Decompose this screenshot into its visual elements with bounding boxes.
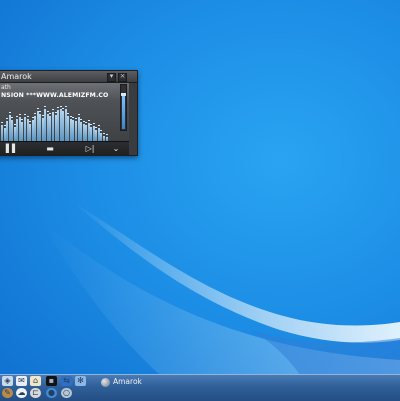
track-title-text: NSION ***WWW.ALEMIZFM.CO — [1, 92, 109, 99]
play-pause-button[interactable]: ▌▌ — [0, 143, 27, 154]
taskbar — [0, 374, 400, 401]
analyzer-peak — [80, 119, 83, 120]
analyzer-peak — [105, 134, 108, 135]
power-icon[interactable]: ○ — [61, 388, 72, 398]
analyzer-peak — [97, 125, 100, 126]
close-button[interactable]: × — [118, 72, 127, 82]
analyzer-peak — [87, 120, 90, 121]
analyzer-peak — [46, 111, 49, 112]
network-icon[interactable]: ⇆ — [61, 376, 72, 386]
close-icon: × — [119, 72, 126, 80]
analyzer-peak — [1, 122, 3, 123]
amarok-icon — [101, 377, 110, 387]
analyzer-peak — [77, 114, 80, 115]
analyzer-peak — [18, 114, 21, 115]
amarok-titlebar[interactable]: Amarok ▾ × — [0, 71, 137, 83]
analyzer-peak — [57, 107, 60, 108]
taskbar-task-amarok[interactable]: Amarok — [99, 376, 142, 388]
analyzer-peak — [59, 106, 62, 107]
now-playing-display: ath NSION ***WWW.ALEMIZFM.CO — [0, 83, 129, 141]
minimize-button[interactable]: ▾ — [107, 72, 116, 82]
analyzer-peak — [26, 116, 29, 117]
analyzer-peak — [44, 106, 47, 107]
cloud-icon[interactable]: ☁ — [16, 388, 27, 398]
analyzer-peak — [23, 114, 26, 115]
pen-icon[interactable]: ✎ — [2, 388, 13, 398]
settings-icon[interactable]: ✻ — [75, 376, 86, 386]
drive-icon[interactable]: ⊏ — [30, 388, 41, 398]
analyzer-peak — [64, 106, 67, 107]
analyzer-peak — [92, 123, 95, 124]
menu-button[interactable]: ⌄ — [105, 143, 127, 154]
volume-fill — [122, 95, 125, 129]
wallpaper-swoosh — [40, 200, 400, 375]
amarok-widget[interactable]: Amarok ▾ × ath NSION ***WWW.ALEMIZFM.CO … — [0, 70, 138, 156]
task-label: Amarok — [113, 377, 142, 386]
minimize-icon: ▾ — [109, 72, 114, 80]
terminal-icon[interactable]: ▪ — [46, 376, 57, 386]
analyzer-peak — [67, 113, 70, 114]
volume-knob[interactable] — [121, 93, 126, 96]
analyzer-peak — [8, 112, 11, 113]
analyzer-peak — [39, 111, 42, 112]
analyzer-peak — [100, 130, 103, 131]
analyzer-peak — [52, 109, 54, 110]
stop-button[interactable]: ▬ — [35, 143, 65, 154]
desktop — [0, 0, 400, 400]
chat-icon[interactable]: ● — [46, 388, 57, 398]
home-icon[interactable]: ⌂ — [30, 376, 41, 386]
mail-icon[interactable]: ✉ — [16, 376, 27, 386]
analyzer-peak — [11, 117, 14, 118]
spectrum-analyzer — [1, 103, 109, 141]
volume-slider[interactable] — [120, 84, 127, 131]
artist-text: ath — [1, 84, 11, 91]
analyzer-peak — [36, 108, 39, 109]
kde-menu-icon[interactable]: ◈ — [2, 376, 13, 386]
analyzer-peak — [90, 124, 93, 125]
amarok-title: Amarok — [1, 72, 32, 81]
playback-controls: ▌▌ ▬ ▷| ⌄ — [0, 141, 129, 155]
next-button[interactable]: ▷| — [75, 143, 105, 154]
